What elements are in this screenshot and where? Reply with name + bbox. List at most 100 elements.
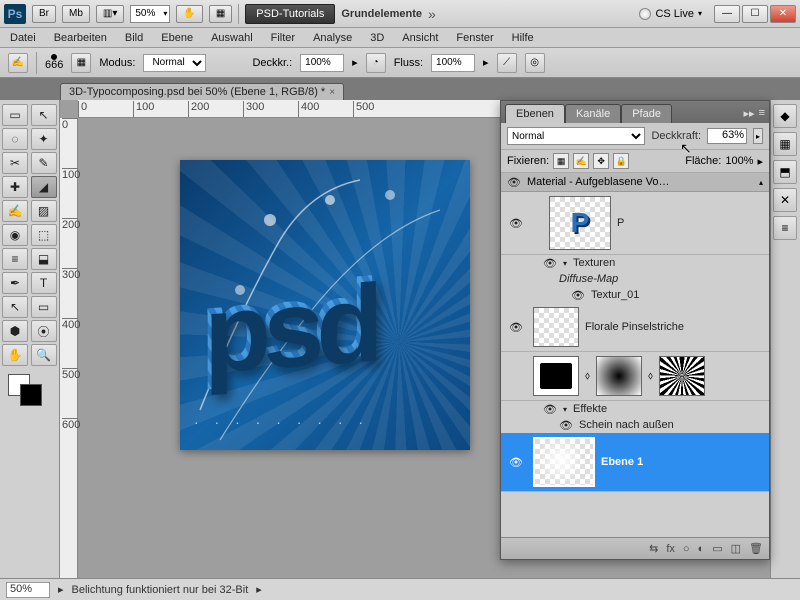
visibility-icon[interactable]: 👁 [509,217,523,229]
layer-name[interactable]: Florale Pinselstriche [585,321,765,333]
panel-collapse-icon[interactable]: ▸▸ [744,107,755,120]
blend-mode-select[interactable]: Normal [143,54,206,72]
bridge-button[interactable]: Br [32,5,56,23]
diffuse-map-item[interactable]: Diffuse-Map [501,271,769,287]
pressure-size-icon[interactable]: ◎ [525,53,545,73]
hand-tool[interactable]: ✋ [2,344,28,366]
view-arrange-button[interactable]: ▥▾ [96,5,124,23]
eyedropper-tool[interactable]: ✎ [31,152,57,174]
crop-tool[interactable]: ✂ [2,152,28,174]
link-layers-icon[interactable]: ⇆ [649,542,658,555]
mask-thumb[interactable] [596,356,642,396]
tab-ebenen[interactable]: Ebenen [505,104,565,123]
material-group-header[interactable]: 👁 Material - Aufgeblasene Vo… ▴ [501,173,769,192]
pressure-opacity-icon[interactable]: ◔ [366,53,386,73]
stamp-tool[interactable]: ✍ [2,200,28,222]
menu-analyse[interactable]: Analyse [313,32,352,44]
rays-thumb[interactable] [659,356,705,396]
menu-bearbeiten[interactable]: Bearbeiten [54,32,107,44]
move-tool[interactable]: ▭ [2,104,28,126]
workspace-grundelemente[interactable]: Grundelemente [341,8,422,20]
window-close-button[interactable]: ✕ [770,5,796,23]
type-tool[interactable]: T [31,272,57,294]
flow-arrow-icon[interactable]: ▸ [483,56,489,69]
layer-name[interactable]: Ebene 1 [601,456,765,468]
panel-icon-2[interactable]: ▦ [773,132,797,156]
extras-icon[interactable]: ▦ [209,5,232,23]
brush-preview[interactable]: 666 [45,54,63,71]
layer-blend-select[interactable]: Normal [507,127,645,145]
textures-toggle[interactable]: 👁▾Texturen [501,255,769,271]
marquee-tool[interactable]: ↖ [31,104,57,126]
window-minimize-button[interactable]: — [714,5,740,23]
document-tab[interactable]: 3D-Typocomposing.psd bei 50% (Ebene 1, R… [60,83,344,100]
hand-icon[interactable]: ✋ [176,5,202,23]
panel-menu-icon[interactable]: ≡ [759,107,765,120]
menu-bild[interactable]: Bild [125,32,143,44]
pen-tool[interactable]: ✒ [2,272,28,294]
adjustment-icon[interactable]: ◐ [698,543,705,555]
layer-row-adjustment[interactable]: ⬨ ⬨ [501,352,769,401]
status-play-icon[interactable]: ▸ [58,583,64,596]
tab-pfade[interactable]: Pfade [621,104,672,123]
workspace-more-icon[interactable]: » [428,6,436,22]
path-select-tool[interactable]: ↖ [2,296,28,318]
3d-tool[interactable]: ⬢ [2,320,28,342]
menu-fenster[interactable]: Fenster [456,32,493,44]
effects-toggle[interactable]: 👁▾Effekte [501,401,769,417]
visibility-icon[interactable]: 👁 [509,456,523,468]
lasso-tool[interactable]: ◌ [2,128,28,150]
tool-preset-icon[interactable]: ✍ [8,53,28,73]
layer-row-ebene1[interactable]: 👁 Ebene 1 [501,433,769,492]
panel-icon-5[interactable]: ≡ [773,216,797,240]
layer-name[interactable]: P [617,217,765,229]
menu-hilfe[interactable]: Hilfe [512,32,534,44]
healing-tool[interactable]: ✚ [2,176,28,198]
minibridge-button[interactable]: Mb [62,5,90,23]
group-icon[interactable]: ▭ [712,542,722,555]
workspace-psdtutorials[interactable]: PSD-Tutorials [245,4,335,24]
visibility-icon[interactable]: 👁 [507,176,521,188]
status-menu-icon[interactable]: ▸ [256,583,262,596]
layer-row-p[interactable]: 👁 P P [501,192,769,255]
brush-panel-icon[interactable]: ▦ [71,53,91,73]
visibility-icon[interactable]: 👁 [509,321,523,333]
lock-transparency-icon[interactable]: ▦ [553,153,569,169]
3d-camera-tool[interactable]: ⦿ [31,320,57,342]
gradient-tool[interactable]: ⬚ [31,224,57,246]
trash-icon[interactable]: 🗑 [749,542,763,555]
textur01-item[interactable]: 👁Textur_01 [501,287,769,303]
menu-datei[interactable]: Datei [10,32,36,44]
menu-ebene[interactable]: Ebene [161,32,193,44]
fx-icon[interactable]: fx [666,543,675,555]
layer-thumb[interactable]: P [549,196,611,250]
flow-input[interactable] [431,54,475,72]
tab-kanaele[interactable]: Kanäle [565,104,621,123]
new-layer-icon[interactable]: ◫ [731,542,741,555]
collapse-icon[interactable]: ▴ [759,178,763,187]
history-brush-tool[interactable]: ▨ [31,200,57,222]
fill-arrow[interactable]: ▸ [757,155,763,168]
outer-glow-item[interactable]: 👁Schein nach außen [501,417,769,433]
status-zoom-input[interactable]: 50% [6,582,50,598]
blur-tool[interactable]: ≡ [2,248,28,270]
menu-3d[interactable]: 3D [370,32,384,44]
zoom-tool[interactable]: 🔍 [31,344,57,366]
brush-tool[interactable]: ◢ [31,176,57,198]
dodge-tool[interactable]: ⬓ [31,248,57,270]
panel-icon-4[interactable]: ✕ [773,188,797,212]
cslive-button[interactable]: CS Live ▾ [639,8,702,20]
opacity-arrow-icon[interactable]: ▸ [352,56,358,69]
eraser-tool[interactable]: ◉ [2,224,28,246]
layer-thumb[interactable] [533,437,595,487]
fill-input[interactable]: 100% [725,155,753,167]
layer-opacity-arrow[interactable]: ▸ [753,128,763,144]
menu-filter[interactable]: Filter [271,32,295,44]
layer-opacity-input[interactable]: 63% [707,128,747,144]
color-swatches[interactable] [2,372,57,408]
shape-tool[interactable]: ▭ [31,296,57,318]
lock-all-icon[interactable]: 🔒 [613,153,629,169]
opacity-input[interactable] [300,54,344,72]
adjustment-thumb[interactable] [533,356,579,396]
lock-pixels-icon[interactable]: ✍ [573,153,589,169]
